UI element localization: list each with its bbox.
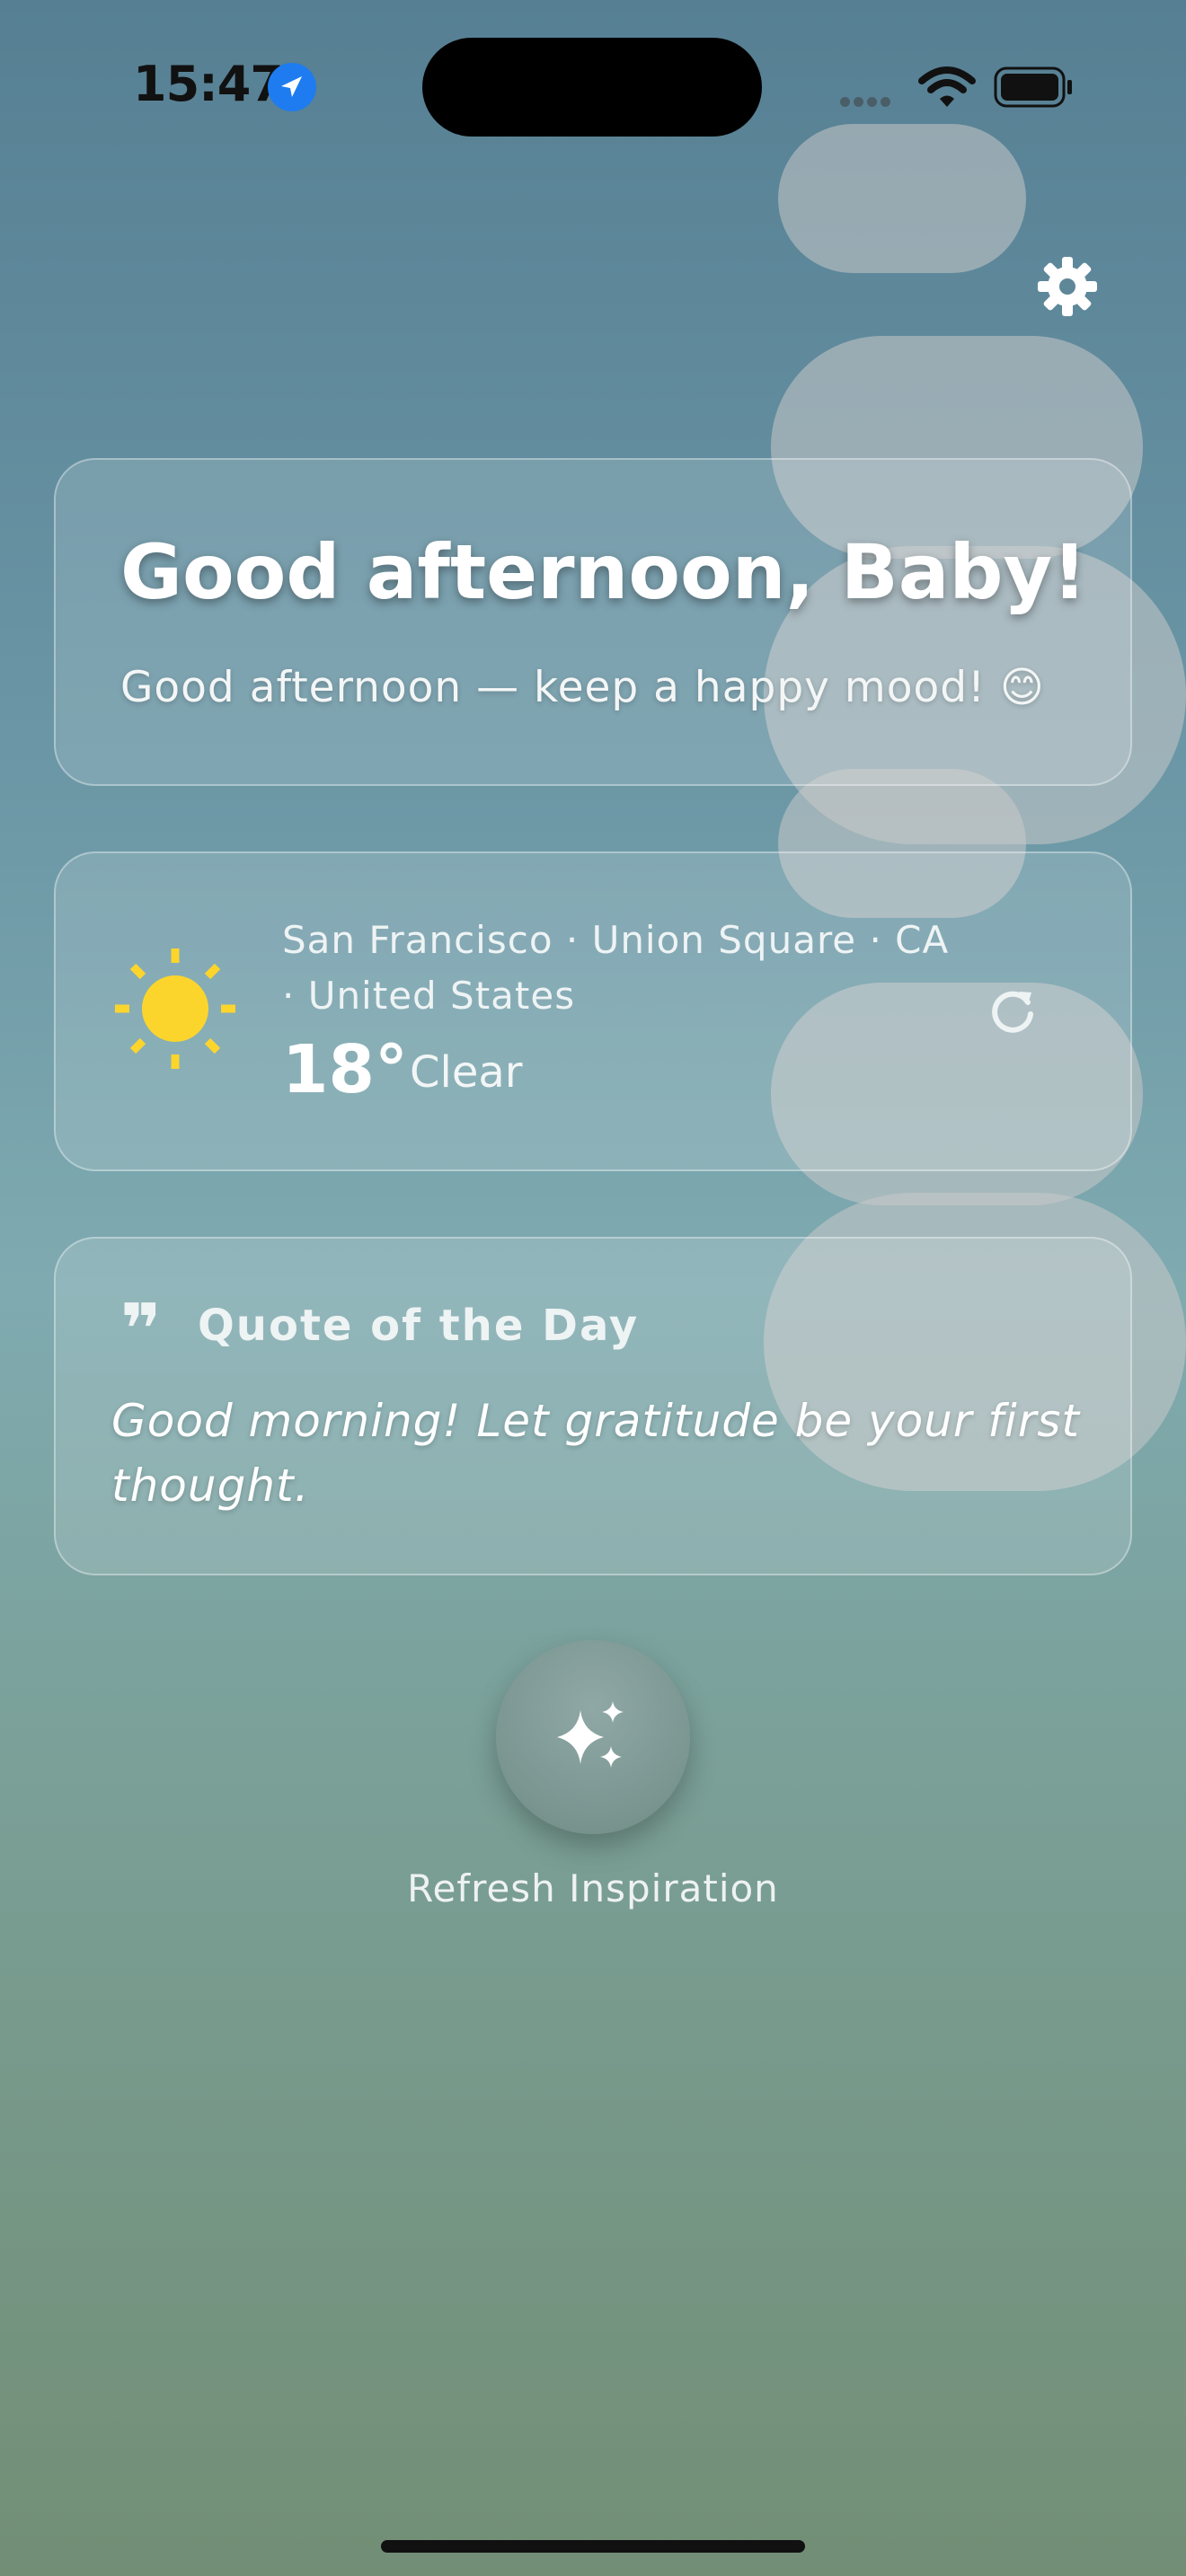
refresh-inspiration-button[interactable] xyxy=(496,1640,690,1834)
quote-title: Quote of the Day xyxy=(198,1301,640,1351)
refresh-icon[interactable] xyxy=(987,984,1039,1037)
battery-icon xyxy=(994,66,1075,111)
greeting-subtitle: Good afternoon — keep a happy mood! 😊 xyxy=(120,663,1045,712)
greeting-title: Good afternoon, Baby! xyxy=(120,528,1087,616)
dynamic-island xyxy=(422,38,762,137)
home-indicator[interactable] xyxy=(381,2540,805,2553)
refresh-inspiration-label[interactable]: Refresh Inspiration xyxy=(0,1866,1186,1910)
greeting-card xyxy=(54,458,1132,786)
status-time: 15:47 xyxy=(133,56,284,112)
sparkles-icon xyxy=(557,1701,624,1768)
temperature: 18° xyxy=(282,1031,408,1108)
location-arrow-icon xyxy=(268,63,316,111)
quote-icon: ❞ xyxy=(120,1290,162,1371)
wifi-icon xyxy=(916,65,978,113)
quote-text: Good morning! Let gratitude be your firs… xyxy=(111,1395,1081,1512)
decor-cloud xyxy=(778,124,1026,273)
weather-condition: Clear xyxy=(410,1047,523,1098)
location-line-1: San Francisco · Union Square · CA xyxy=(282,918,950,962)
location-line-2: · United States xyxy=(282,974,576,1018)
weather-location: San Francisco · Union Square · CA · Unit… xyxy=(282,913,965,1024)
cellular-signal-icon xyxy=(840,93,894,110)
gear-icon[interactable] xyxy=(1036,255,1099,318)
sun-icon xyxy=(115,948,235,1069)
